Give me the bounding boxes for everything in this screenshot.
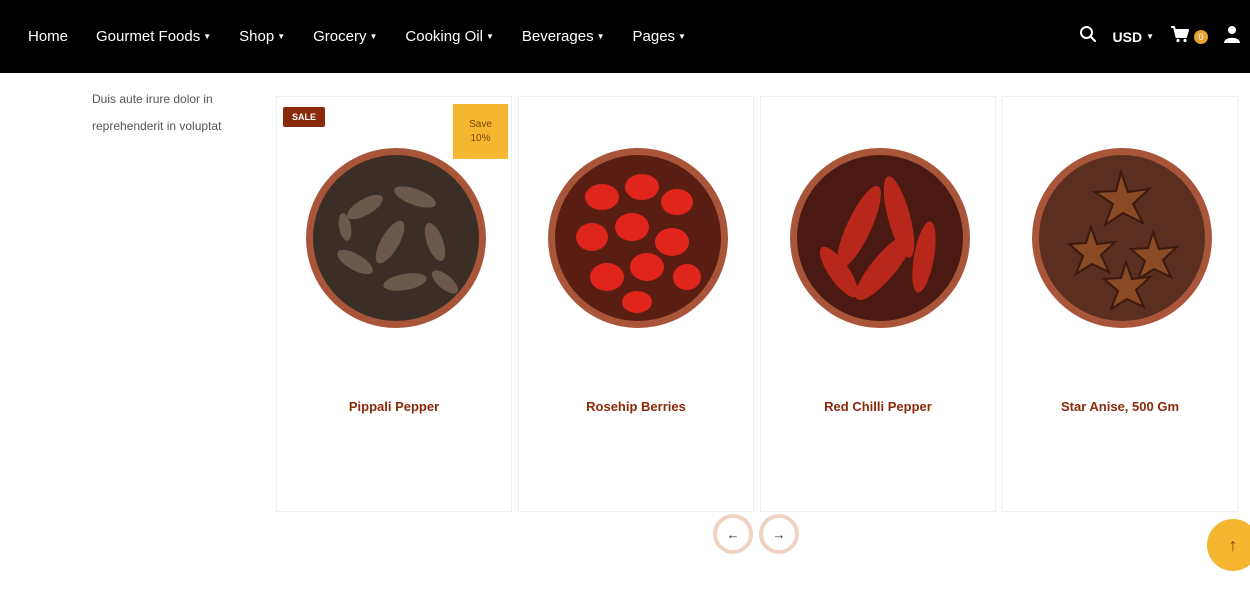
chevron-down-icon: ▼ [485, 32, 494, 41]
currency-label: USD [1112, 28, 1143, 45]
menu-item-label: Gourmet Foods [96, 28, 201, 45]
arrow-up-icon: ↑ [1228, 534, 1238, 555]
menu-item-label: Home [28, 28, 69, 45]
arrow-right-icon: → [772, 526, 786, 542]
product-image[interactable] [547, 147, 729, 329]
chevron-down-icon: ▼ [678, 32, 686, 41]
cart-button[interactable]: 0 [1170, 25, 1208, 48]
product-image[interactable] [305, 147, 487, 329]
chevron-down-icon: ▼ [596, 32, 605, 41]
top-navigation-bar: Home Gourmet Foods ▼ Shop ▼ Grocery ▼ Cooki… [0, 0, 1250, 73]
product-title[interactable]: Red Chilli Pepper [761, 399, 995, 414]
product-title[interactable]: Rosehip Berries [519, 399, 753, 414]
product-card[interactable]: Red Chilli Pepper [760, 96, 996, 512]
menu-item-shop[interactable]: Shop ▼ [239, 28, 285, 45]
menu-item-label: Pages [632, 28, 676, 45]
menu-item-beverages[interactable]: Beverages ▼ [522, 28, 605, 45]
scroll-to-top-button[interactable]: ↑ [1207, 519, 1250, 571]
chevron-down-icon: ▼ [277, 32, 286, 41]
nav-actions: USD ▼ 0 [1063, 0, 1240, 73]
menu-item-label: Cooking Oil [405, 28, 483, 45]
product-title[interactable]: Pippali Pepper [277, 399, 511, 414]
chevron-down-icon: ▼ [203, 32, 212, 41]
menu-item-pages[interactable]: Pages ▼ [633, 28, 686, 45]
user-icon[interactable] [1224, 25, 1240, 48]
menu-item-grocery[interactable]: Grocery ▼ [313, 28, 377, 45]
menu-item-label: Beverages [521, 28, 594, 45]
product-image[interactable] [789, 147, 971, 329]
product-card[interactable]: SALE Save 10% Pippali Pepper [276, 96, 512, 512]
save-badge-value: 10% [470, 132, 491, 144]
search-icon[interactable] [1079, 25, 1097, 48]
menu-item-cooking-oil[interactable]: Cooking Oil ▼ [405, 28, 493, 45]
carousel-next-button[interactable]: → [759, 514, 799, 554]
menu-item-label: Shop [239, 28, 275, 45]
product-carousel: SALE Save 10% Pippali Pepper Rosehip Ber… [276, 96, 1238, 512]
cart-count-badge: 0 [1194, 29, 1208, 44]
menu-item-gourmet-foods[interactable]: Gourmet Foods ▼ [96, 28, 211, 45]
save-badge: Save 10% [453, 104, 508, 159]
sale-badge: SALE [283, 107, 326, 127]
product-title[interactable]: Star Anise, 500 Gm [1003, 399, 1237, 414]
product-image[interactable] [1031, 147, 1213, 329]
chevron-down-icon: ▼ [369, 32, 378, 41]
chevron-down-icon: ▼ [1146, 32, 1154, 41]
menu-item-label: Grocery [313, 28, 367, 45]
currency-selector[interactable]: USD ▼ [1113, 29, 1154, 45]
sidebar-description: Duis aute irure dolor in reprehenderit i… [92, 92, 222, 133]
carousel-prev-button[interactable]: ← [713, 514, 753, 554]
arrow-left-icon: ← [726, 526, 740, 542]
cart-icon [1170, 25, 1190, 48]
save-badge-label: Save [469, 118, 492, 130]
main-menu: Home Gourmet Foods ▼ Shop ▼ Grocery ▼ Cooki… [28, 0, 714, 73]
product-card[interactable]: Rosehip Berries [518, 96, 754, 512]
menu-item-home[interactable]: Home [28, 28, 68, 45]
product-card[interactable]: Star Anise, 500 Gm [1002, 96, 1238, 512]
